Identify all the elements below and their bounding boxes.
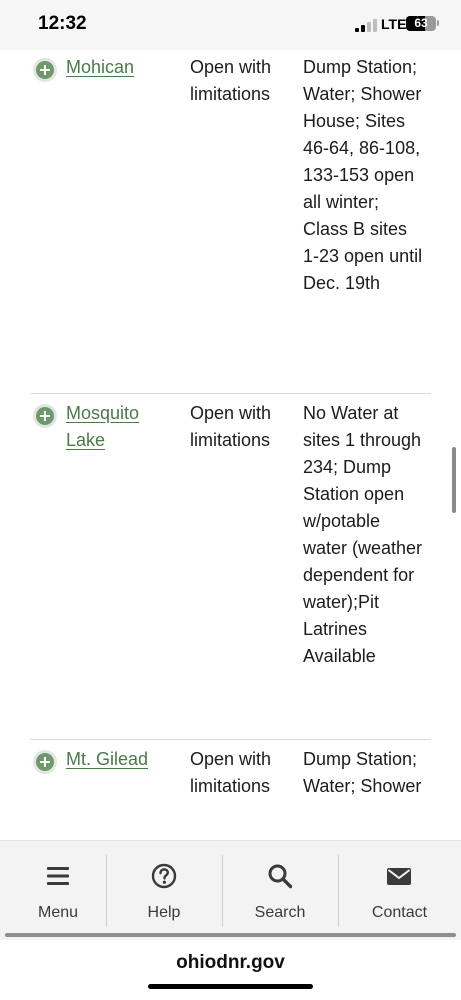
envelope-icon xyxy=(387,868,411,885)
nav-menu-button[interactable]: Menu xyxy=(0,853,116,929)
park-link[interactable]: Mt. Gilead xyxy=(66,746,166,773)
network-type: LTE xyxy=(381,16,407,32)
park-status: Open with limitations xyxy=(190,57,272,104)
nav-bottom-border xyxy=(5,933,456,937)
hamburger-menu-icon xyxy=(47,867,69,885)
expand-plus-icon[interactable] xyxy=(33,58,57,82)
status-time: 12:32 xyxy=(38,13,87,34)
scrollbar[interactable] xyxy=(452,447,456,513)
row-divider xyxy=(30,393,431,394)
nav-search-button[interactable]: Search xyxy=(222,853,338,929)
nav-help-label: Help xyxy=(147,904,181,921)
nav-menu-label: Menu xyxy=(37,904,79,921)
expand-plus-icon[interactable] xyxy=(33,404,57,428)
table-row: Mt. Gilead Open with limitations Dump St… xyxy=(30,742,431,840)
park-status: Open with limitations xyxy=(190,749,272,796)
battery-level: 63 xyxy=(414,16,428,30)
url-text[interactable]: ohiodnr.gov xyxy=(0,952,461,974)
cellular-signal-icon xyxy=(355,18,377,32)
nav-search-label: Search xyxy=(254,904,306,921)
home-indicator[interactable] xyxy=(148,984,313,989)
park-notes: Dump Station; Water; Shower House; Sites… xyxy=(303,57,423,293)
battery-icon: 63 xyxy=(406,16,436,31)
status-bar: 12:32 LTE 63 xyxy=(0,0,461,50)
park-link[interactable]: Mohican xyxy=(66,54,166,81)
park-status: Open with limitations xyxy=(190,403,272,450)
campground-status-table[interactable]: Mohican Open with limitations Dump Stati… xyxy=(0,50,461,840)
battery-tip xyxy=(437,20,439,26)
nav-contact-label: Contact xyxy=(371,904,428,921)
nav-contact-button[interactable]: Contact xyxy=(338,853,461,929)
bottom-nav: Menu Help Search Contact xyxy=(0,840,461,940)
park-notes: Dump Station; Water; Shower xyxy=(303,749,422,796)
park-link[interactable]: Mosquito Lake xyxy=(66,400,166,454)
expand-plus-icon[interactable] xyxy=(33,750,57,774)
table-row: Mohican Open with limitations Dump Stati… xyxy=(30,50,431,392)
browser-address-bar[interactable]: ohiodnr.gov xyxy=(0,940,461,1000)
nav-help-button[interactable]: Help xyxy=(106,853,222,929)
magnifier-icon xyxy=(268,864,293,889)
row-divider xyxy=(30,739,431,740)
table-row: Mosquito Lake Open with limitations No W… xyxy=(30,396,431,738)
question-circle-icon xyxy=(151,863,177,889)
park-notes: No Water at sites 1 through 234; Dump St… xyxy=(303,403,423,666)
